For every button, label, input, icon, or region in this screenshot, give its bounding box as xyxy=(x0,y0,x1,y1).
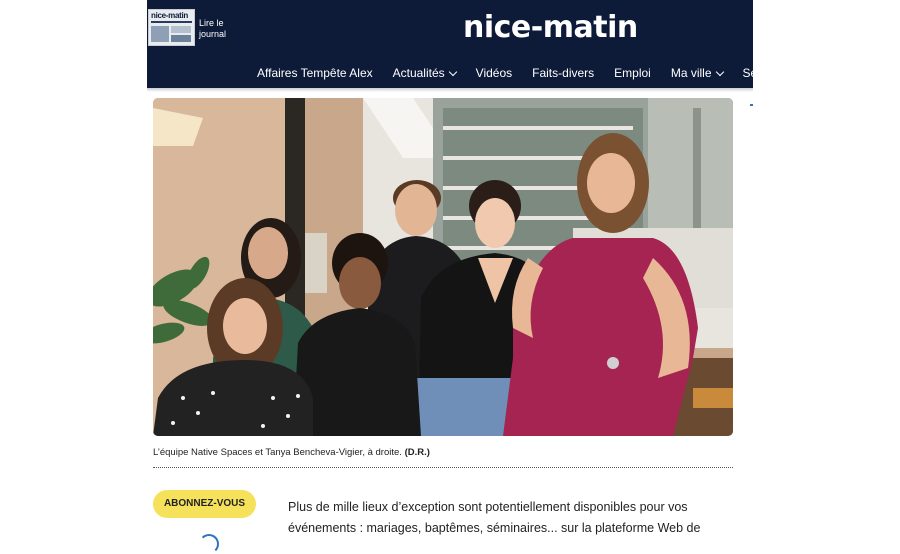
article-body: Plus de mille lieux d’exception sont pot… xyxy=(288,497,708,539)
site-logo[interactable]: nice-matin xyxy=(463,10,638,45)
caption-credit: (D.R.) xyxy=(404,447,430,458)
subscribe-button[interactable]: ABONNEZ-VOUS xyxy=(153,490,256,518)
caption-text: L’équipe Native Spaces et Tanya Bencheva… xyxy=(153,447,402,458)
page: nice-matin Lire le journal nice-matin Af… xyxy=(147,0,753,554)
nav-item-affaires-temp-te-alex[interactable]: Affaires Tempête Alex xyxy=(257,64,373,82)
nav-item-label: Actualités xyxy=(392,66,445,80)
photo-illustration xyxy=(153,98,733,436)
nav-item-label: Ma ville xyxy=(670,66,712,80)
photo-caption: L’équipe Native Spaces et Tanya Bencheva… xyxy=(153,447,430,458)
article-line: Plus de mille lieux d’exception sont pot… xyxy=(288,500,688,514)
nav-item-label: Vidéos xyxy=(475,66,513,80)
nav-item-label: Ser xyxy=(742,66,753,80)
nav-item-emploi[interactable]: Emploi xyxy=(614,64,651,82)
site-header: nice-matin Lire le journal nice-matin Af… xyxy=(147,0,753,88)
header-shadow xyxy=(147,88,753,92)
nav-item-ser[interactable]: Ser xyxy=(743,64,753,82)
nav-item-actualit-s[interactable]: Actualités xyxy=(392,64,457,82)
thumbnail-masthead: nice-matin xyxy=(151,11,189,20)
loading-icon xyxy=(199,534,219,554)
caption-divider xyxy=(153,467,733,468)
article-photo xyxy=(153,98,733,436)
nav-item-label: Affaires Tempête Alex xyxy=(257,66,373,80)
read-journal-link[interactable]: Lire le journal xyxy=(199,18,239,40)
journal-thumbnail[interactable]: nice-matin xyxy=(148,9,195,46)
nav-item-faits-divers[interactable]: Faits-divers xyxy=(532,64,594,82)
nav-item-label: Faits-divers xyxy=(532,66,595,80)
main-nav: Affaires Tempête Alex Actualités Vidéos Fai… xyxy=(257,64,753,82)
nav-item-label: Emploi xyxy=(614,66,651,80)
chevron-down-icon xyxy=(448,67,457,76)
nav-item-ma-ville[interactable]: Ma ville xyxy=(670,64,724,82)
article-line: événements : mariages, baptêmes, séminai… xyxy=(288,521,701,535)
chevron-down-icon xyxy=(715,67,724,76)
scroll-indicator xyxy=(750,104,753,106)
nav-item-vid-os[interactable]: Vidéos xyxy=(476,64,512,82)
